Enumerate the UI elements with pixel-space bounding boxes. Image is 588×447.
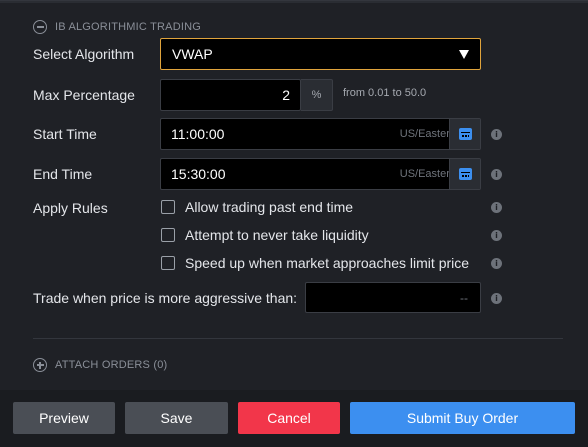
end-time-timezone: US/Eastern <box>399 168 456 180</box>
algorithm-select[interactable]: VWAP <box>160 38 481 70</box>
checkbox[interactable] <box>161 200 175 214</box>
select-algorithm-label: Select Algorithm <box>33 46 135 62</box>
apply-rules-label: Apply Rules <box>33 200 108 216</box>
section-divider <box>33 338 563 339</box>
info-icon[interactable]: i <box>491 258 502 269</box>
algo-section-header[interactable]: IB ALGORITHMIC TRADING <box>33 18 201 36</box>
attach-orders-header[interactable]: ATTACH ORDERS (0) <box>33 356 167 374</box>
aggressive-price-value: -- <box>460 290 468 305</box>
section-title: IB ALGORITHMIC TRADING <box>55 21 201 33</box>
rule-speed-up[interactable]: Speed up when market approaches limit pr… <box>161 254 469 272</box>
max-percentage-input[interactable]: 2 <box>160 79 301 111</box>
max-percentage-hint: from 0.01 to 50.0 <box>343 87 427 99</box>
info-icon[interactable]: i <box>491 230 502 241</box>
aggressive-price-input[interactable]: -- <box>305 282 481 313</box>
cancel-button[interactable]: Cancel <box>238 402 340 434</box>
start-time-calendar-button[interactable] <box>449 119 480 149</box>
percent-unit: % <box>301 79 333 111</box>
end-time-calendar-button[interactable] <box>449 159 480 189</box>
max-percentage-label: Max Percentage <box>33 87 135 103</box>
checkbox-label: Allow trading past end time <box>185 199 354 215</box>
checkbox[interactable] <box>161 228 175 242</box>
start-time-label: Start Time <box>33 126 97 142</box>
rule-allow-past-end[interactable]: Allow trading past end time <box>161 198 353 216</box>
info-icon[interactable]: i <box>491 293 502 304</box>
collapse-minus-icon[interactable] <box>33 20 47 34</box>
submit-buy-order-button[interactable]: Submit Buy Order <box>350 402 575 434</box>
expand-plus-icon[interactable] <box>33 358 47 372</box>
preview-button[interactable]: Preview <box>13 402 115 434</box>
calendar-icon <box>458 168 472 180</box>
info-icon[interactable]: i <box>491 169 502 180</box>
top-divider <box>0 1 588 3</box>
checkbox-label: Speed up when market approaches limit pr… <box>185 255 470 271</box>
end-time-value: 15:30:00 <box>171 166 226 182</box>
attach-orders-title: ATTACH ORDERS (0) <box>55 359 168 371</box>
start-time-input[interactable]: 11:00:00 US/Eastern <box>160 118 481 150</box>
info-icon[interactable]: i <box>491 202 502 213</box>
calendar-icon <box>458 128 472 140</box>
save-button[interactable]: Save <box>125 402 228 434</box>
start-time-value: 11:00:00 <box>171 126 225 142</box>
algorithm-select-value: VWAP <box>172 46 213 62</box>
end-time-label: End Time <box>33 166 93 182</box>
checkbox[interactable] <box>161 256 175 270</box>
dropdown-caret-icon <box>459 49 469 59</box>
max-percentage-value: 2 <box>282 87 290 103</box>
checkbox-label: Attempt to never take liquidity <box>185 227 369 243</box>
rule-never-take-liquidity[interactable]: Attempt to never take liquidity <box>161 226 369 244</box>
end-time-input[interactable]: 15:30:00 US/Eastern <box>160 158 481 190</box>
algo-panel: IB ALGORITHMIC TRADING Select Algorithm … <box>0 0 588 390</box>
start-time-timezone: US/Eastern <box>399 128 456 140</box>
aggressive-price-label: Trade when price is more aggressive than… <box>33 290 298 306</box>
info-icon[interactable]: i <box>491 129 502 140</box>
